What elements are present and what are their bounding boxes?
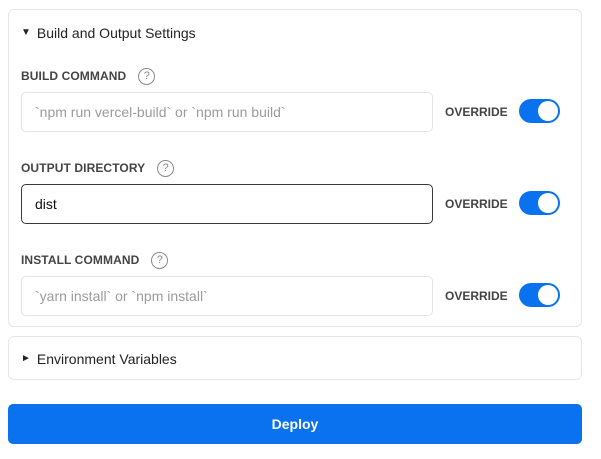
build-output-settings-title: Build and Output Settings bbox=[36, 25, 196, 41]
output-directory-label-row: OUTPUT DIRECTORY ? bbox=[21, 159, 175, 177]
caret-down-icon: ▼ bbox=[21, 27, 31, 38]
build-output-settings-header[interactable]: ▼ Build and Output Settings bbox=[21, 24, 196, 42]
build-command-override-toggle[interactable] bbox=[519, 99, 560, 123]
environment-variables-title: Environment Variables bbox=[36, 351, 177, 367]
deploy-button[interactable]: Deploy bbox=[8, 404, 582, 444]
caret-right-icon: ► bbox=[21, 353, 31, 364]
install-command-override-label: OVERRIDE bbox=[445, 289, 508, 303]
build-output-settings-panel: ▼ Build and Output Settings BUILD COMMAN… bbox=[8, 9, 582, 327]
install-command-label: INSTALL COMMAND bbox=[21, 253, 140, 267]
build-command-label-row: BUILD COMMAND ? bbox=[21, 67, 156, 85]
install-command-label-row: INSTALL COMMAND ? bbox=[21, 251, 169, 269]
toggle-knob bbox=[538, 193, 558, 213]
build-command-override-label: OVERRIDE bbox=[445, 105, 508, 119]
build-command-input[interactable] bbox=[21, 92, 433, 132]
help-icon[interactable]: ? bbox=[138, 67, 156, 85]
output-directory-override-toggle[interactable] bbox=[519, 191, 560, 215]
output-directory-input[interactable] bbox=[21, 184, 433, 224]
help-icon[interactable]: ? bbox=[151, 251, 169, 269]
environment-variables-panel: ► Environment Variables bbox=[8, 336, 582, 380]
help-icon[interactable]: ? bbox=[157, 159, 175, 177]
environment-variables-header[interactable]: ► Environment Variables bbox=[21, 350, 177, 368]
install-command-input[interactable] bbox=[21, 276, 433, 316]
toggle-knob bbox=[538, 101, 558, 121]
output-directory-label: OUTPUT DIRECTORY bbox=[21, 161, 146, 175]
toggle-knob bbox=[538, 285, 558, 305]
output-directory-override-label: OVERRIDE bbox=[445, 197, 508, 211]
install-command-override-toggle[interactable] bbox=[519, 283, 560, 307]
build-command-label: BUILD COMMAND bbox=[21, 69, 127, 83]
